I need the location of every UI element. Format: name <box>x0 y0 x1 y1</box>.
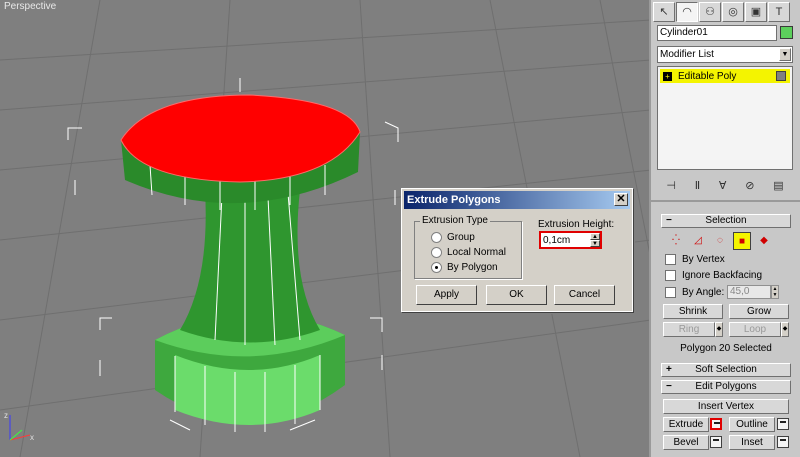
loop-spinner-icon[interactable]: ◆ <box>781 322 789 337</box>
pin-stack-icon[interactable]: ⊣ <box>666 179 676 192</box>
inset-settings-icon[interactable] <box>777 436 789 448</box>
cylinder-stem <box>180 190 320 346</box>
angle-field[interactable]: 45,0 <box>727 285 771 299</box>
ring-button[interactable]: Ring <box>663 322 715 337</box>
spinner-up-icon[interactable]: ▲ <box>590 233 600 240</box>
polygon-icon[interactable]: ■ <box>733 232 751 250</box>
ring-spinner-icon[interactable]: ◆ <box>715 322 723 337</box>
radio-group-icon[interactable] <box>431 231 442 243</box>
radio-by-polygon[interactable]: By Polygon <box>431 260 498 274</box>
selection-rollout-title: Selection <box>705 215 747 226</box>
loop-button[interactable]: Loop <box>729 322 781 337</box>
panel-divider <box>651 200 800 202</box>
show-end-result-icon[interactable]: Ⅱ <box>695 179 700 192</box>
outline-settings-icon[interactable] <box>777 418 789 430</box>
shrink-button[interactable]: Shrink <box>663 304 723 319</box>
insert-vertex-button[interactable]: Insert Vertex <box>663 399 789 414</box>
chevron-down-icon[interactable]: ▼ <box>779 48 791 61</box>
expand-plus-icon[interactable]: + <box>663 71 672 81</box>
spinner-down-icon[interactable]: ▼ <box>590 240 600 247</box>
panel-tabs: ↖ ◠ ⚇ ◎ ▣ T <box>651 0 800 22</box>
radio-by-polygon-label: By Polygon <box>447 261 498 273</box>
by-angle-checkbox[interactable]: By Angle: <box>665 285 724 299</box>
extrusion-type-label: Extrusion Type <box>420 215 490 226</box>
by-angle-checkbox-box[interactable] <box>665 286 676 298</box>
object-name-field[interactable]: Cylinder01 <box>657 25 777 41</box>
vertex-icon[interactable]: ⁛ <box>667 232 685 250</box>
collapse-icon: − <box>666 381 672 392</box>
extrude-settings-icon[interactable] <box>710 418 722 430</box>
command-panel: ↖ ◠ ⚇ ◎ ▣ T Cylinder01 Modifier List ▼ +… <box>651 0 800 457</box>
cancel-button[interactable]: Cancel <box>554 285 615 305</box>
ignore-backfacing-checkbox-box[interactable] <box>665 269 676 281</box>
edge-icon[interactable]: ◿ <box>689 232 707 250</box>
ok-button[interactable]: OK <box>486 285 547 305</box>
selection-rollout-header[interactable]: − Selection <box>661 214 791 228</box>
radio-by-polygon-icon[interactable] <box>431 261 442 273</box>
grow-button[interactable]: Grow <box>729 304 789 319</box>
close-icon[interactable]: ✕ <box>614 193 628 206</box>
radio-local-normal[interactable]: Local Normal <box>431 245 506 259</box>
radio-local-normal-icon[interactable] <box>431 246 442 258</box>
bevel-settings-icon[interactable] <box>710 436 722 448</box>
stack-item-label: Editable Poly <box>678 70 737 82</box>
stack-tools: ⊣ Ⅱ ∀ ⊘ ▤ <box>657 176 793 194</box>
svg-text:x: x <box>30 433 34 442</box>
modifier-stack: + Editable Poly <box>657 66 793 170</box>
axis-gizmo: z x <box>4 411 34 442</box>
remove-modifier-icon[interactable]: ⊘ <box>745 179 754 192</box>
motion-icon[interactable]: ◎ <box>722 2 744 22</box>
by-angle-label: By Angle: <box>682 286 725 298</box>
extrusion-height-label: Extrusion Height: <box>538 219 615 230</box>
edit-polygons-rollout-header[interactable]: − Edit Polygons <box>661 380 791 394</box>
stack-item-editable-poly[interactable]: + Editable Poly <box>660 69 790 83</box>
extrusion-height-spinner[interactable]: ▲ ▼ <box>539 231 602 249</box>
inset-button[interactable]: Inset <box>729 435 775 450</box>
apply-button[interactable]: Apply <box>416 285 477 305</box>
subobject-selection-icons: ⁛ ◿ ◌ ■ ◆ <box>667 232 773 250</box>
radio-group[interactable]: Group <box>431 230 475 244</box>
extrusion-type-group: Extrusion Type Group Local Normal By Pol… <box>414 215 522 279</box>
create-icon[interactable]: ↖ <box>653 2 675 22</box>
utilities-icon[interactable]: T <box>768 2 790 22</box>
by-vertex-checkbox[interactable]: By Vertex <box>665 252 725 266</box>
outline-button[interactable]: Outline <box>729 417 775 432</box>
expand-icon: + <box>666 364 672 375</box>
dialog-titlebar[interactable]: Extrude Polygons ✕ <box>404 191 630 209</box>
stack-toggle-icon[interactable] <box>776 71 786 81</box>
make-unique-icon[interactable]: ∀ <box>719 179 727 192</box>
spinner-arrows[interactable]: ▲ ▼ <box>590 233 600 247</box>
extrusion-height-input[interactable] <box>541 233 590 247</box>
by-vertex-checkbox-box[interactable] <box>665 253 676 265</box>
ignore-backfacing-checkbox[interactable]: Ignore Backfacing <box>665 268 762 282</box>
modifier-list-label: Modifier List <box>660 49 714 60</box>
element-icon[interactable]: ◆ <box>755 232 773 250</box>
bevel-button[interactable]: Bevel <box>663 435 709 450</box>
extrude-polygons-dialog: Extrude Polygons ✕ Extrusion Type Group … <box>401 188 633 312</box>
viewport-label[interactable]: Perspective <box>4 1 56 12</box>
collapse-icon: − <box>666 215 672 226</box>
object-color-swatch[interactable] <box>780 26 793 39</box>
modifier-list-dropdown[interactable]: Modifier List ▼ <box>657 46 793 63</box>
extrude-button[interactable]: Extrude <box>663 417 709 432</box>
by-vertex-label: By Vertex <box>682 253 725 265</box>
selection-status: Polygon 20 Selected <box>680 343 772 354</box>
hierarchy-icon[interactable]: ⚇ <box>699 2 721 22</box>
ignore-backfacing-label: Ignore Backfacing <box>682 269 763 281</box>
angle-spinner-icon[interactable]: ▲ ▼ <box>771 285 779 299</box>
configure-modifier-sets-icon[interactable]: ▤ <box>773 179 783 192</box>
soft-selection-title: Soft Selection <box>695 364 757 375</box>
edit-polygons-title: Edit Polygons <box>695 381 757 392</box>
radio-local-normal-label: Local Normal <box>447 246 506 258</box>
dialog-title: Extrude Polygons <box>407 194 501 206</box>
display-icon[interactable]: ▣ <box>745 2 767 22</box>
modify-icon[interactable]: ◠ <box>676 2 698 22</box>
svg-text:z: z <box>4 411 8 420</box>
border-icon[interactable]: ◌ <box>711 232 729 250</box>
soft-selection-rollout-header[interactable]: + Soft Selection <box>661 363 791 377</box>
radio-group-label: Group <box>447 231 475 243</box>
